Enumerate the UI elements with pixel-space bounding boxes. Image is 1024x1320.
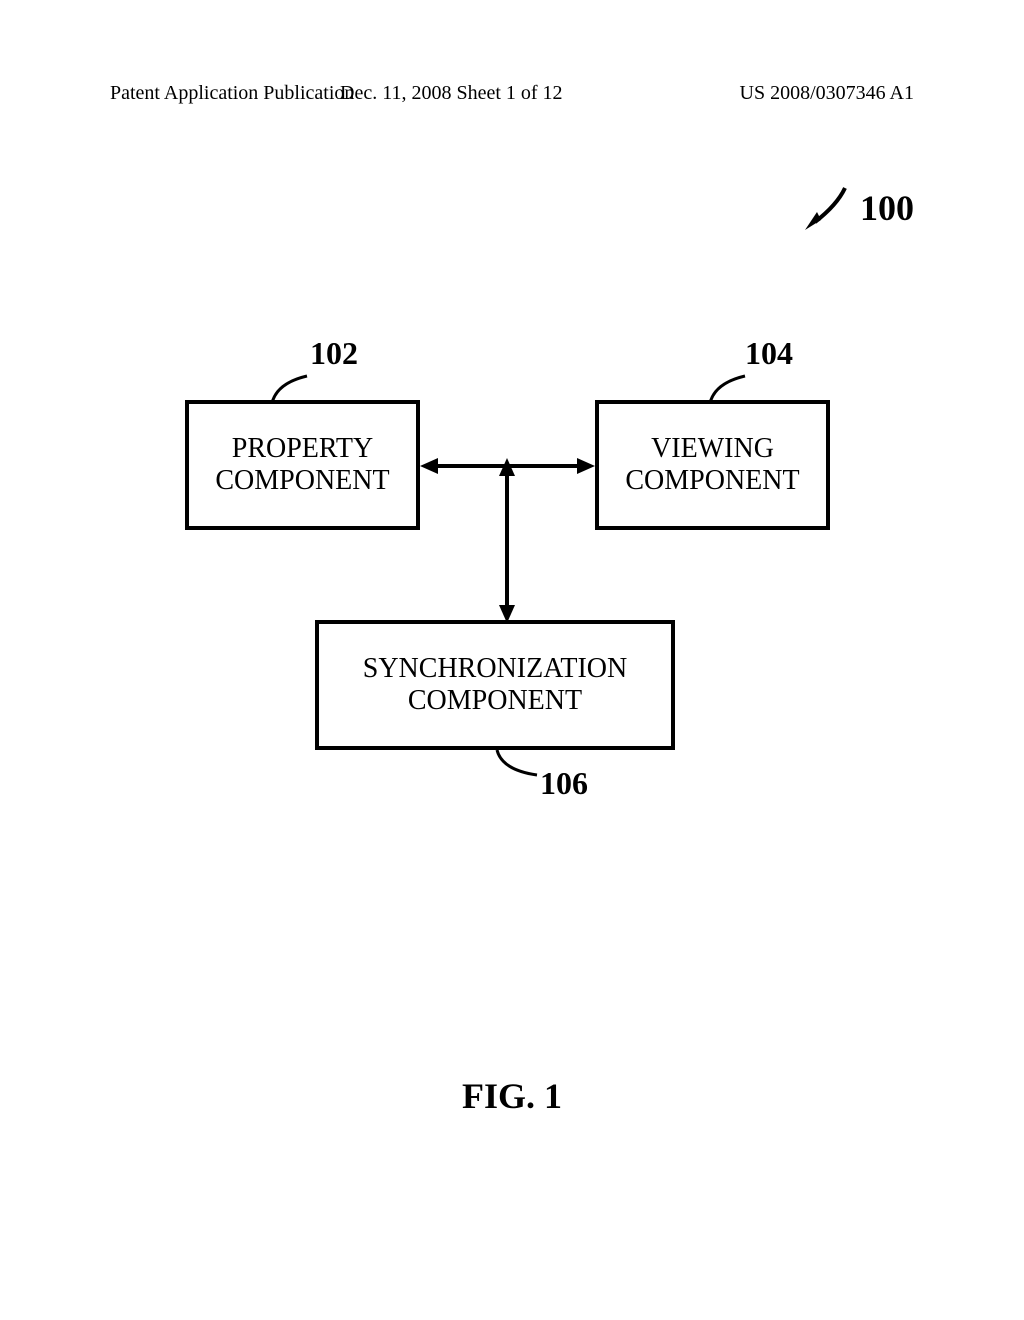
callout-arc-106-icon <box>487 745 542 780</box>
sync-line2: COMPONENT <box>408 685 582 717</box>
property-component-box: PROPERTY COMPONENT <box>185 400 420 530</box>
viewing-line2: COMPONENT <box>625 465 799 497</box>
ref-label-100: 100 <box>860 187 914 229</box>
viewing-line1: VIEWING <box>651 433 774 465</box>
figure-label: FIG. 1 <box>0 1075 1024 1117</box>
diagram-container: 100 102 104 106 PROPERTY COMPONENT VIEWI… <box>0 180 1024 980</box>
ref-label-106: 106 <box>540 765 588 802</box>
ref-label-102: 102 <box>310 335 358 372</box>
vertical-arrow-line <box>505 472 509 609</box>
patent-number: US 2008/0307346 A1 <box>740 82 914 105</box>
property-line2: COMPONENT <box>215 465 389 497</box>
publication-type: Patent Application Publication <box>110 82 354 105</box>
date-sheet: Dec. 11, 2008 Sheet 1 of 12 <box>340 82 563 105</box>
ref-label-104: 104 <box>745 335 793 372</box>
property-line1: PROPERTY <box>232 433 373 465</box>
viewing-component-box: VIEWING COMPONENT <box>595 400 830 530</box>
synchronization-component-box: SYNCHRONIZATION COMPONENT <box>315 620 675 750</box>
page-header: Patent Application Publication Dec. 11, … <box>0 82 1024 105</box>
sync-line1: SYNCHRONIZATION <box>363 653 627 685</box>
callout-arrow-icon <box>797 180 852 235</box>
vertical-bidirectional-arrow <box>499 458 515 623</box>
arrowhead-right-icon <box>577 458 595 474</box>
arrowhead-down-icon <box>499 605 515 623</box>
system-reference-100: 100 <box>797 180 914 235</box>
